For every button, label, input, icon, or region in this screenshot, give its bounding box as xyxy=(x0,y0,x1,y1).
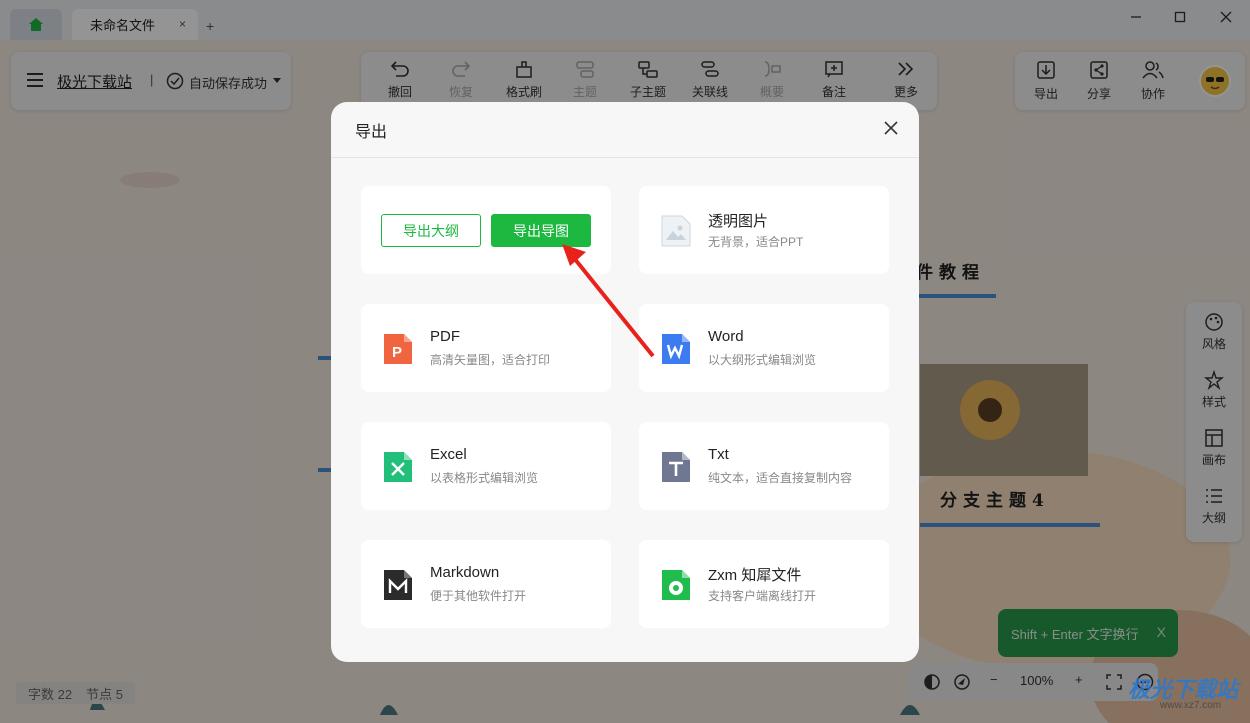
annotation-arrow xyxy=(562,244,655,358)
watermark-url: www.xz7.com xyxy=(1160,700,1222,711)
